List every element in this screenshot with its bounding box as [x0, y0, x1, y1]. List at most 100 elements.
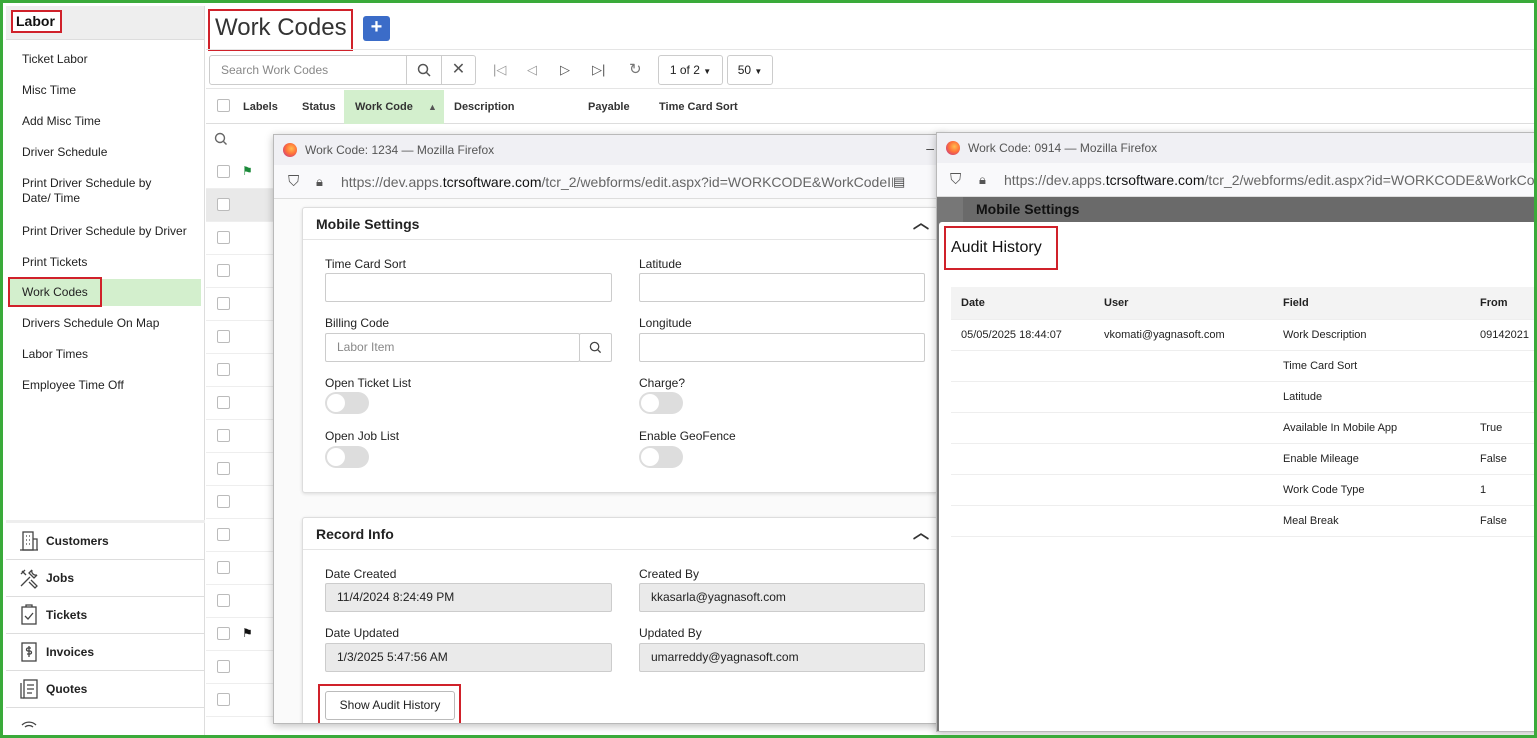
- column-payable[interactable]: Payable: [588, 90, 630, 124]
- search-input[interactable]: Search Work Codes: [209, 55, 407, 85]
- sidebar-section-title: Labor: [11, 10, 62, 33]
- row-checkbox[interactable]: [217, 660, 230, 673]
- table-row: Available In Mobile App True: [951, 413, 1534, 444]
- column-date: Date: [961, 297, 985, 309]
- billing-code-input[interactable]: Labor Item: [325, 333, 580, 362]
- page-selector[interactable]: 1 of 2 ▼: [658, 55, 723, 85]
- row-checkbox[interactable]: [217, 330, 230, 343]
- page-size-selector[interactable]: 50 ▼: [727, 55, 773, 85]
- prev-page-icon[interactable]: ◁: [527, 62, 537, 78]
- row-checkbox[interactable]: [217, 462, 230, 475]
- add-work-code-button[interactable]: +: [363, 16, 390, 41]
- search-button[interactable]: [406, 55, 442, 85]
- sidebar-item-employee-time-off[interactable]: Employee Time Off: [10, 378, 201, 393]
- column-time-card-sort[interactable]: Time Card Sort: [659, 90, 738, 124]
- row-checkbox[interactable]: [217, 297, 230, 310]
- page-title: Work Codes: [208, 9, 353, 51]
- column-status[interactable]: Status: [302, 90, 336, 124]
- minimize-icon[interactable]: –: [926, 135, 934, 163]
- select-all-checkbox[interactable]: [217, 99, 230, 112]
- row-checkbox[interactable]: [217, 198, 230, 211]
- caret-down-icon: ▼: [754, 67, 763, 76]
- sidebar-item-driver-schedule[interactable]: Driver Schedule: [10, 145, 201, 160]
- url-text: https://dev.apps.tcrsoftware.com/tcr_2/w…: [341, 165, 901, 198]
- grid-toolbar: Search Work Codes ✕ |◁ ◁ ▷ ▷| ↻ 1 of 2 ▼…: [206, 49, 1534, 89]
- enable-geofence-toggle[interactable]: [639, 446, 683, 468]
- search-icon: [417, 63, 431, 77]
- first-page-icon[interactable]: |◁: [493, 62, 506, 78]
- row-checkbox[interactable]: [217, 693, 230, 706]
- flag-icon: ⚑: [242, 626, 253, 640]
- next-page-icon[interactable]: ▷: [560, 62, 570, 78]
- building-icon: [20, 531, 38, 551]
- module-invoices[interactable]: Invoices: [6, 634, 205, 671]
- audit-date: 05/05/2025 18:44:07: [961, 329, 1062, 341]
- last-page-icon[interactable]: ▷|: [592, 62, 605, 78]
- row-checkbox[interactable]: [217, 594, 230, 607]
- audit-field: Meal Break: [1283, 515, 1339, 527]
- sidebar-item-ticket-labor[interactable]: Ticket Labor: [10, 52, 201, 67]
- column-work-code[interactable]: Work Code ▲: [344, 90, 444, 124]
- module-more[interactable]: [6, 708, 205, 728]
- url-prefix: https://dev.apps.: [341, 174, 443, 190]
- sidebar-item-work-codes[interactable]: Work Codes: [8, 277, 201, 307]
- audit-history-title: Audit History: [944, 226, 1058, 270]
- window-title: Work Code: 0914 — Mozilla Firefox: [968, 141, 1158, 155]
- page-label: 1 of 2: [669, 63, 700, 77]
- open-job-list-toggle[interactable]: [325, 446, 369, 468]
- billing-code-search-button[interactable]: [579, 333, 612, 362]
- checklist-icon: [21, 604, 37, 625]
- sidebar-item-misc-time[interactable]: Misc Time: [10, 83, 201, 98]
- row-checkbox[interactable]: [217, 495, 230, 508]
- sidebar-item-add-misc-time[interactable]: Add Misc Time: [10, 114, 201, 129]
- charge-toggle[interactable]: [639, 392, 683, 414]
- refresh-icon[interactable]: ↻: [629, 60, 642, 78]
- row-checkbox[interactable]: [217, 627, 230, 640]
- row-checkbox[interactable]: [217, 264, 230, 277]
- module-jobs[interactable]: Jobs: [6, 560, 205, 597]
- column-labels[interactable]: Labels: [243, 90, 278, 124]
- column-from: From: [1480, 297, 1508, 309]
- row-checkbox[interactable]: [217, 561, 230, 574]
- module-tickets[interactable]: Tickets: [6, 597, 205, 634]
- row-checkbox[interactable]: [217, 363, 230, 376]
- column-user: User: [1104, 297, 1129, 309]
- module-label: Tickets: [46, 608, 88, 622]
- open-ticket-list-toggle[interactable]: [325, 392, 369, 414]
- mobile-settings-heading[interactable]: Mobile Settings ︿: [303, 208, 937, 240]
- lock-icon: 🔒︎: [979, 172, 986, 187]
- module-customers[interactable]: Customers: [6, 523, 205, 560]
- sidebar-item-drivers-schedule-map[interactable]: Drivers Schedule On Map: [10, 316, 201, 331]
- url-bar[interactable]: ⛉ 🔒︎ https://dev.apps.tcrsoftware.com/tc…: [937, 163, 1534, 197]
- sidebar-item-print-tickets[interactable]: Print Tickets: [10, 255, 201, 270]
- show-audit-history-button[interactable]: Show Audit History: [325, 691, 455, 720]
- window-body-overlay: Mobile Settings Audit History Date User …: [937, 197, 1534, 731]
- row-checkbox[interactable]: [217, 231, 230, 244]
- row-checkbox[interactable]: [217, 429, 230, 442]
- sidebar-header: Labor: [6, 6, 204, 40]
- page-size-label: 50: [737, 63, 752, 77]
- sidebar-item-labor-times[interactable]: Labor Times: [10, 347, 201, 362]
- module-quotes[interactable]: Quotes: [6, 671, 205, 708]
- reader-view-icon[interactable]: ▤: [893, 165, 913, 198]
- column-description[interactable]: Description: [454, 90, 515, 124]
- audit-field: Time Card Sort: [1283, 360, 1358, 372]
- table-row: Enable Mileage False: [951, 444, 1534, 475]
- latitude-input[interactable]: [639, 273, 925, 302]
- longitude-input[interactable]: [639, 333, 925, 362]
- module-label: Quotes: [46, 682, 88, 696]
- sidebar-item-print-driver-schedule-date[interactable]: Print Driver Schedule by Date/ Time: [10, 176, 190, 206]
- clear-search-button[interactable]: ✕: [441, 55, 476, 85]
- chevron-up-icon[interactable]: ︿: [913, 518, 929, 550]
- row-checkbox[interactable]: [217, 528, 230, 541]
- record-info-card: Record Info ︿ Date Created 11/4/2024 8:24…: [302, 517, 938, 723]
- module-label: Customers: [46, 534, 109, 548]
- record-info-heading[interactable]: Record Info ︿: [303, 518, 937, 550]
- row-checkbox[interactable]: [217, 165, 230, 178]
- row-checkbox[interactable]: [217, 396, 230, 409]
- url-bar[interactable]: ⛉ 🔒︎ https://dev.apps.tcrsoftware.com/tc…: [274, 165, 944, 199]
- sidebar-item-print-driver-schedule-driver[interactable]: Print Driver Schedule by Driver: [10, 224, 201, 239]
- time-card-sort-input[interactable]: [325, 273, 612, 302]
- chevron-up-icon[interactable]: ︿: [913, 208, 929, 240]
- filter-search-icon: [214, 132, 227, 145]
